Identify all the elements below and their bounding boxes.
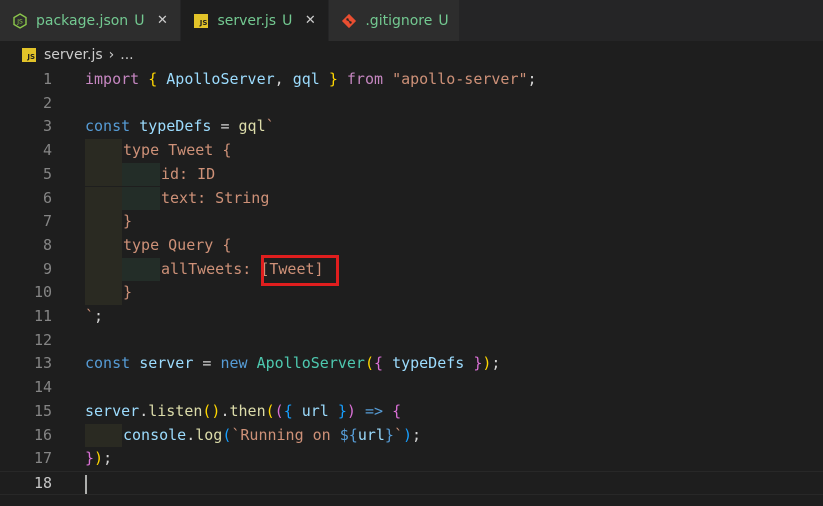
code-line: 15 server.listen().then(({ url }) => {: [0, 400, 823, 424]
indent-guide: [85, 233, 122, 258]
tab-label: .gitignore: [365, 12, 433, 29]
code-line: 17 });: [0, 447, 823, 471]
tab-package-json[interactable]: JS package.json U ✕: [0, 0, 182, 41]
indent-guide: [85, 281, 122, 305]
code-line: 3 const typeDefs = gql`: [0, 115, 823, 139]
indent-guide: [85, 257, 122, 282]
code-text: const typeDefs = gql`: [85, 117, 275, 136]
code-text: text: String: [161, 188, 270, 207]
git-icon: [341, 13, 357, 29]
code-line: 16 console.log(`Running on ${url}`);: [0, 423, 823, 448]
line-number: 14: [33, 378, 52, 397]
code-text: }: [123, 212, 133, 231]
untracked-badge: U: [134, 12, 145, 29]
code-text: type Query {: [123, 235, 232, 254]
code-text: console.log(`Running on ${url}`);: [123, 425, 422, 444]
code-line: 2: [0, 92, 823, 116]
highlight-annotation-box: [261, 255, 339, 286]
code-text: }: [123, 283, 133, 302]
indent-guide: [85, 210, 122, 234]
line-number: 7: [42, 212, 52, 231]
js-file-icon: JS: [22, 47, 36, 62]
indent-guide: [122, 186, 160, 211]
line-number: 18: [33, 473, 52, 492]
line-number: 13: [33, 354, 52, 373]
code-text: type Tweet {: [123, 141, 232, 160]
code-line: 1 import { ApolloServer, gql } from "apo…: [0, 68, 823, 92]
line-number: 17: [33, 449, 52, 468]
line-number: 4: [42, 141, 52, 160]
code-line: 6 text: String: [0, 186, 823, 211]
indent-guide: [122, 162, 160, 187]
line-number: 5: [42, 164, 52, 183]
code-line: 11 `;: [0, 305, 823, 329]
code-line: 7 }: [0, 210, 823, 234]
line-number: 6: [42, 188, 52, 207]
tab-server-js[interactable]: JS server.js U ✕: [181, 0, 330, 41]
breadcrumb-file[interactable]: server.js: [44, 47, 103, 63]
indent-guide: [122, 257, 160, 282]
indent-guide: [85, 162, 122, 187]
nodejs-icon: JS: [12, 12, 28, 29]
close-icon[interactable]: ✕: [154, 13, 170, 28]
chevron-right-icon: ›: [108, 46, 115, 63]
indent-guide: [85, 139, 122, 163]
line-number: 15: [33, 401, 52, 420]
close-icon[interactable]: ✕: [302, 13, 318, 28]
code-line: 4 type Tweet {: [0, 139, 823, 163]
code-editor[interactable]: 1 import { ApolloServer, gql } from "apo…: [0, 68, 823, 506]
code-line-current: 18: [0, 470, 823, 495]
untracked-badge: U: [282, 12, 293, 29]
code-text: id: ID: [161, 164, 216, 183]
line-number: 3: [42, 117, 52, 136]
code-text: import { ApolloServer, gql } from "apoll…: [85, 70, 537, 88]
code-line: 13 const server = new ApolloServer({ typ…: [0, 352, 823, 376]
code-text: const server = new ApolloServer({ typeDe…: [85, 354, 501, 373]
line-number: 12: [33, 330, 52, 349]
line-number: 9: [42, 259, 52, 278]
code-line: 8 type Query {: [0, 233, 823, 258]
line-number: 1: [42, 70, 52, 88]
svg-text:JS: JS: [16, 18, 23, 25]
tab-label: package.json: [36, 12, 129, 29]
untracked-badge: U: [438, 12, 449, 29]
tab-gitignore[interactable]: .gitignore U: [329, 0, 460, 41]
code-line: 5 id: ID: [0, 162, 823, 187]
text-cursor: [85, 474, 87, 494]
code-text: server.listen().then(({ url }) => {: [85, 401, 402, 420]
code-line: 12: [0, 329, 823, 353]
line-number: 10: [33, 283, 52, 302]
tab-bar: JS package.json U ✕ JS server.js U ✕ .gi…: [0, 0, 823, 41]
line-number: 11: [33, 307, 52, 325]
code-text: `;: [85, 307, 104, 325]
js-file-icon: JS: [193, 13, 209, 29]
line-number: 2: [42, 93, 52, 112]
code-text: });: [85, 449, 113, 468]
indent-guide: [85, 423, 122, 448]
breadcrumb-symbols[interactable]: ...: [120, 47, 133, 63]
tab-label: server.js: [217, 12, 277, 29]
code-line: 9 allTweets: [Tweet]: [0, 257, 823, 282]
line-number: 16: [33, 425, 52, 444]
code-line: 10 }: [0, 281, 823, 305]
code-line: 14: [0, 376, 823, 400]
indent-guide: [85, 186, 122, 211]
line-number: 8: [42, 235, 52, 254]
breadcrumb: JS server.js › ...: [0, 41, 823, 68]
